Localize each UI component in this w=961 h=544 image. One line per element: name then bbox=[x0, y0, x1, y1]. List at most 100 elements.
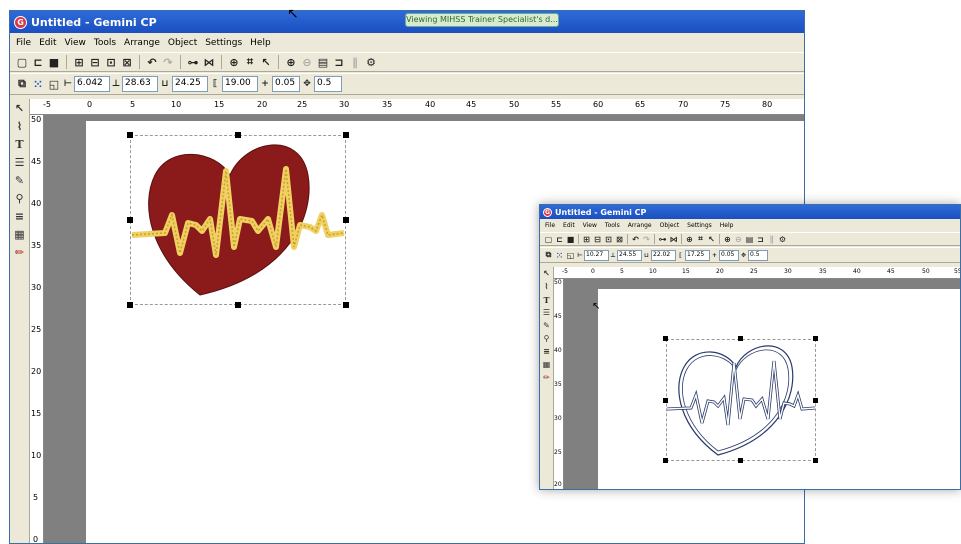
plot-icon[interactable]: ⊕ bbox=[226, 56, 242, 69]
y-position-field[interactable]: 24.55 bbox=[617, 249, 642, 261]
page-icon[interactable]: ▤ bbox=[315, 56, 331, 69]
cut-node-icon[interactable]: ⋈ bbox=[668, 235, 679, 244]
menu-settings[interactable]: Settings bbox=[201, 38, 246, 48]
menu-tools[interactable]: Tools bbox=[90, 38, 120, 48]
frame-icon[interactable]: ◱ bbox=[46, 78, 62, 91]
lines-icon[interactable]: ≡ bbox=[15, 207, 24, 225]
zoom-in-icon[interactable]: ⊕ bbox=[722, 235, 733, 244]
menu-settings[interactable]: Settings bbox=[683, 222, 716, 229]
menu-arrange[interactable]: Arrange bbox=[120, 38, 164, 48]
x-position-field[interactable]: 10.27 bbox=[584, 249, 609, 261]
weed-icon[interactable]: ⌗ bbox=[242, 55, 258, 69]
pause-icon[interactable]: ∥ bbox=[766, 235, 777, 244]
group-icon[interactable]: ⊞ bbox=[71, 56, 87, 69]
menu-edit[interactable]: Edit bbox=[35, 38, 60, 48]
move-field[interactable]: 0.5 bbox=[748, 249, 768, 261]
open-icon[interactable]: ⊏ bbox=[554, 235, 565, 244]
width-field[interactable]: 22.02 bbox=[651, 249, 676, 261]
lines-icon[interactable]: ≡ bbox=[543, 345, 550, 358]
knife-icon[interactable]: ⚲ bbox=[544, 332, 550, 345]
frame-icon[interactable]: ◱ bbox=[565, 251, 576, 260]
menu-file[interactable]: File bbox=[541, 222, 559, 229]
plot-icon[interactable]: ⊕ bbox=[684, 235, 695, 244]
grid-icon[interactable]: ⁙ bbox=[30, 78, 46, 91]
knife-icon[interactable]: ⚲ bbox=[15, 189, 23, 207]
x-position-field[interactable]: 6.042 bbox=[74, 76, 110, 92]
grid-icon[interactable]: ⁙ bbox=[554, 251, 565, 260]
help-pointer-icon[interactable]: ↖ bbox=[706, 235, 717, 244]
zoom-out-icon[interactable]: ⊖ bbox=[299, 56, 315, 69]
fill-icon[interactable]: ▦ bbox=[14, 225, 24, 243]
width-icon: ⊔ bbox=[644, 251, 649, 259]
trace-icon[interactable]: ✎ bbox=[543, 319, 550, 332]
settings-icon[interactable]: ⚙ bbox=[777, 235, 788, 244]
ruler-label: 45 bbox=[554, 313, 562, 320]
align-icon[interactable]: ⊟ bbox=[87, 56, 103, 69]
y-position-field[interactable]: 28.63 bbox=[122, 76, 158, 92]
node-icon[interactable]: ⊶ bbox=[185, 56, 201, 69]
weed-icon[interactable]: ⌗ bbox=[695, 234, 706, 244]
nudge-field[interactable]: 0.05 bbox=[719, 249, 739, 261]
break-icon[interactable]: ⊠ bbox=[614, 235, 625, 244]
fit-icon[interactable]: ⊐ bbox=[331, 56, 347, 69]
menu-object[interactable]: Object bbox=[164, 38, 201, 48]
node-icon[interactable]: ⊶ bbox=[657, 235, 668, 244]
undo-icon[interactable]: ↶ bbox=[144, 56, 160, 69]
menu-edit[interactable]: Edit bbox=[559, 222, 579, 229]
heart-ecg-graphic[interactable] bbox=[130, 135, 346, 305]
fill-icon[interactable]: ▦ bbox=[543, 358, 551, 371]
move-field[interactable]: 0.5 bbox=[314, 76, 342, 92]
height-field[interactable]: 19.00 bbox=[222, 76, 258, 92]
status-notification[interactable]: Viewing MIHSS Trainer Specialist's d... bbox=[405, 13, 559, 27]
second-canvas[interactable]: ↖ bbox=[564, 279, 960, 489]
save-icon[interactable]: ■ bbox=[46, 56, 62, 69]
menu-help[interactable]: Help bbox=[246, 38, 275, 48]
settings-icon[interactable]: ⚙ bbox=[363, 56, 379, 69]
menu-help[interactable]: Help bbox=[716, 222, 738, 229]
menu-object[interactable]: Object bbox=[656, 222, 684, 229]
heart-outline-graphic[interactable] bbox=[666, 339, 816, 461]
save-icon[interactable]: ■ bbox=[565, 235, 576, 244]
trace-icon[interactable]: ✎ bbox=[15, 171, 24, 189]
copy-icon[interactable]: ⧉ bbox=[543, 250, 554, 260]
align-text-icon[interactable]: ☰ bbox=[543, 306, 550, 319]
redo-icon[interactable]: ↷ bbox=[641, 235, 652, 244]
node-edit-icon[interactable]: ⌇ bbox=[545, 280, 549, 293]
height-icon: ⟦ bbox=[679, 251, 682, 259]
redo-icon[interactable]: ↷ bbox=[160, 56, 176, 69]
pointer-icon[interactable]: ↖ bbox=[543, 267, 550, 280]
help-pointer-icon[interactable]: ↖ bbox=[258, 56, 274, 69]
menu-view[interactable]: View bbox=[61, 38, 90, 48]
new-icon[interactable]: ▢ bbox=[543, 235, 554, 244]
page-icon[interactable]: ▤ bbox=[744, 235, 755, 244]
zoom-in-icon[interactable]: ⊕ bbox=[283, 56, 299, 69]
group-icon[interactable]: ⊞ bbox=[581, 235, 592, 244]
width-field[interactable]: 24.25 bbox=[172, 76, 208, 92]
combine-icon[interactable]: ⊡ bbox=[103, 56, 119, 69]
copy-icon[interactable]: ⧉ bbox=[14, 77, 30, 91]
new-icon[interactable]: ▢ bbox=[14, 56, 30, 69]
text-icon[interactable]: T bbox=[15, 135, 23, 153]
combine-icon[interactable]: ⊡ bbox=[603, 235, 614, 244]
align-text-icon[interactable]: ☰ bbox=[15, 153, 25, 171]
pause-icon[interactable]: ∥ bbox=[347, 56, 363, 69]
height-field[interactable]: 17.25 bbox=[685, 249, 710, 261]
align-icon[interactable]: ⊟ bbox=[592, 235, 603, 244]
nudge-field[interactable]: 0.05 bbox=[272, 76, 300, 92]
zoom-out-icon[interactable]: ⊖ bbox=[733, 235, 744, 244]
menu-view[interactable]: View bbox=[579, 222, 601, 229]
pointer-icon[interactable]: ↖ bbox=[15, 99, 24, 117]
pen-icon[interactable]: ✏ bbox=[15, 243, 24, 261]
menu-arrange[interactable]: Arrange bbox=[624, 222, 656, 229]
undo-icon[interactable]: ↶ bbox=[630, 235, 641, 244]
menu-tools[interactable]: Tools bbox=[601, 222, 624, 229]
menu-file[interactable]: File bbox=[12, 38, 35, 48]
break-icon[interactable]: ⊠ bbox=[119, 56, 135, 69]
second-titlebar[interactable]: G Untitled - Gemini CP bbox=[540, 205, 960, 219]
text-icon[interactable]: T bbox=[544, 293, 550, 306]
node-edit-icon[interactable]: ⌇ bbox=[17, 117, 22, 135]
cut-node-icon[interactable]: ⋈ bbox=[201, 56, 217, 69]
pen-icon[interactable]: ✏ bbox=[543, 371, 550, 384]
open-icon[interactable]: ⊏ bbox=[30, 56, 46, 69]
fit-icon[interactable]: ⊐ bbox=[755, 235, 766, 244]
